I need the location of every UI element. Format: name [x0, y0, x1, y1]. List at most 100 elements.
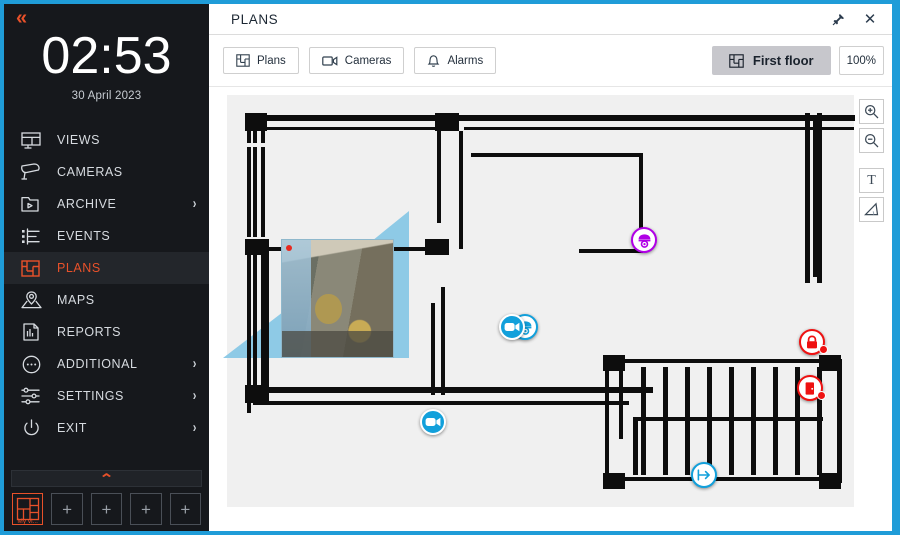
sidebar-item-maps[interactable]: MAPS	[4, 284, 209, 316]
plan-layer-icon	[729, 53, 744, 68]
cameras-button-label: Cameras	[344, 54, 392, 67]
sidebar-item-reports[interactable]: REPORTS	[4, 316, 209, 348]
pin-button[interactable]	[822, 4, 854, 34]
alarm-indicator-icon	[819, 345, 828, 354]
sidebar-item-views[interactable]: VIEWS	[4, 124, 209, 156]
reports-icon	[18, 321, 44, 343]
marker-lock-sensor[interactable]	[799, 329, 828, 355]
page-title: PLANS	[231, 11, 279, 27]
view-tile-add-1[interactable]: +	[51, 493, 83, 525]
sidebar-item-additional[interactable]: ADDITIONAL ›	[4, 348, 209, 380]
power-icon	[18, 417, 44, 439]
measure-tool-button[interactable]	[859, 197, 884, 222]
clock-date: 30 April 2023	[71, 90, 142, 102]
sidebar-item-cameras[interactable]: CAMERAS	[4, 156, 209, 188]
canvas-tools: T	[859, 99, 884, 222]
chevron-right-icon: ›	[192, 420, 197, 436]
view-tile-label: My vi...	[17, 518, 38, 525]
sliders-icon	[18, 385, 44, 407]
alarms-button-label: Alarms	[447, 54, 484, 67]
zoom-out-icon	[864, 133, 879, 148]
sidebar: « 02:53 30 April 2023 VIEWS CAMERAS ARCH…	[0, 0, 209, 535]
zoom-level-field[interactable]: 100%	[838, 46, 884, 75]
door-icon	[805, 381, 814, 395]
dome-camera-icon	[638, 233, 650, 248]
marker-dome-camera-top[interactable]	[631, 227, 657, 253]
marker-exit-stairs[interactable]	[691, 462, 717, 488]
zoom-in-button[interactable]	[859, 99, 884, 124]
plan-canvas[interactable]: T	[209, 87, 892, 531]
application-window: « 02:53 30 April 2023 VIEWS CAMERAS ARCH…	[0, 0, 900, 535]
exit-arrow-icon	[697, 469, 710, 481]
camera-icon	[18, 161, 44, 183]
archive-icon	[18, 193, 44, 215]
camcorder-icon	[504, 322, 520, 332]
plus-icon: +	[140, 499, 151, 519]
measure-tool-icon	[864, 202, 879, 216]
events-icon	[18, 225, 44, 247]
camcorder-icon	[425, 417, 441, 427]
text-tool-button[interactable]: T	[859, 168, 884, 193]
plans-button-label: Plans	[257, 54, 286, 67]
marker-door-sensor[interactable]	[797, 375, 826, 401]
camera-live-preview[interactable]	[281, 239, 394, 358]
sidebar-item-plans[interactable]: PLANS	[4, 252, 209, 284]
close-button[interactable]: ✕	[854, 4, 886, 34]
cameras-button[interactable]: Cameras	[308, 47, 405, 74]
chevron-right-icon: ›	[192, 388, 197, 404]
plans-button[interactable]: Plans	[223, 47, 299, 74]
sidebar-item-label: MAPS	[57, 293, 95, 307]
recording-indicator-icon	[286, 245, 292, 251]
marker-camera-center[interactable]	[499, 314, 525, 340]
sidebar-item-settings[interactable]: SETTINGS ›	[4, 380, 209, 412]
video-foreground	[282, 331, 393, 357]
floor-selector-label: First floor	[752, 53, 814, 68]
zoom-in-icon	[864, 104, 879, 119]
view-tile-add-4[interactable]: +	[169, 493, 202, 525]
sidebar-item-label: SETTINGS	[57, 389, 124, 403]
marker-camera-lower-left[interactable]	[420, 409, 446, 435]
floor-selector-button[interactable]: First floor	[711, 46, 831, 75]
main-panel: PLANS ✕ Plans Cameras Alarms First floor…	[209, 0, 896, 535]
chevron-right-icon: ›	[192, 356, 197, 372]
view-bar: ⌃ My vi... + + + +	[4, 470, 209, 531]
clock-time: 02:53	[41, 27, 172, 85]
sidebar-item-exit[interactable]: EXIT ›	[4, 412, 209, 444]
zoom-out-button[interactable]	[859, 128, 884, 153]
sidebar-item-archive[interactable]: ARCHIVE ›	[4, 188, 209, 220]
plus-icon: +	[62, 499, 73, 519]
alarm-indicator-icon	[817, 391, 826, 400]
bell-icon	[428, 54, 440, 67]
video-object	[315, 293, 342, 325]
lock-icon	[807, 335, 817, 348]
plus-icon: +	[101, 499, 112, 519]
sidebar-item-label: CAMERAS	[57, 165, 123, 179]
camera-icon	[321, 55, 338, 66]
plans-icon	[236, 54, 250, 67]
chevron-up-icon: ⌃	[98, 470, 115, 486]
chevron-right-icon: ›	[192, 196, 197, 212]
plans-icon	[18, 257, 44, 279]
panel-titlebar: PLANS ✕	[209, 4, 892, 35]
view-tiles: My vi... + + + +	[10, 493, 203, 525]
sidebar-item-label: EXIT	[57, 421, 87, 435]
view-bar-expand-button[interactable]: ⌃	[11, 470, 202, 487]
pin-icon	[832, 13, 844, 25]
sidebar-item-label: ADDITIONAL	[57, 357, 138, 371]
text-tool-icon: T	[867, 172, 876, 188]
view-tile-add-3[interactable]: +	[130, 493, 162, 525]
sidebar-item-events[interactable]: EVENTS	[4, 220, 209, 252]
plus-icon: +	[180, 499, 191, 519]
alarms-button[interactable]: Alarms	[414, 47, 497, 74]
view-tile-add-2[interactable]: +	[90, 493, 123, 525]
maps-icon	[18, 289, 44, 311]
close-icon: ✕	[863, 11, 877, 28]
sidebar-item-label: PLANS	[57, 261, 101, 275]
sidebar-item-label: EVENTS	[57, 229, 111, 243]
ellipsis-icon	[18, 353, 44, 375]
view-tile-my-view[interactable]: My vi...	[12, 493, 44, 525]
sidebar-item-label: VIEWS	[57, 133, 101, 147]
sidebar-item-label: REPORTS	[57, 325, 122, 339]
sidebar-item-label: ARCHIVE	[57, 197, 117, 211]
plans-toolbar: Plans Cameras Alarms First floor 100%	[209, 35, 892, 87]
